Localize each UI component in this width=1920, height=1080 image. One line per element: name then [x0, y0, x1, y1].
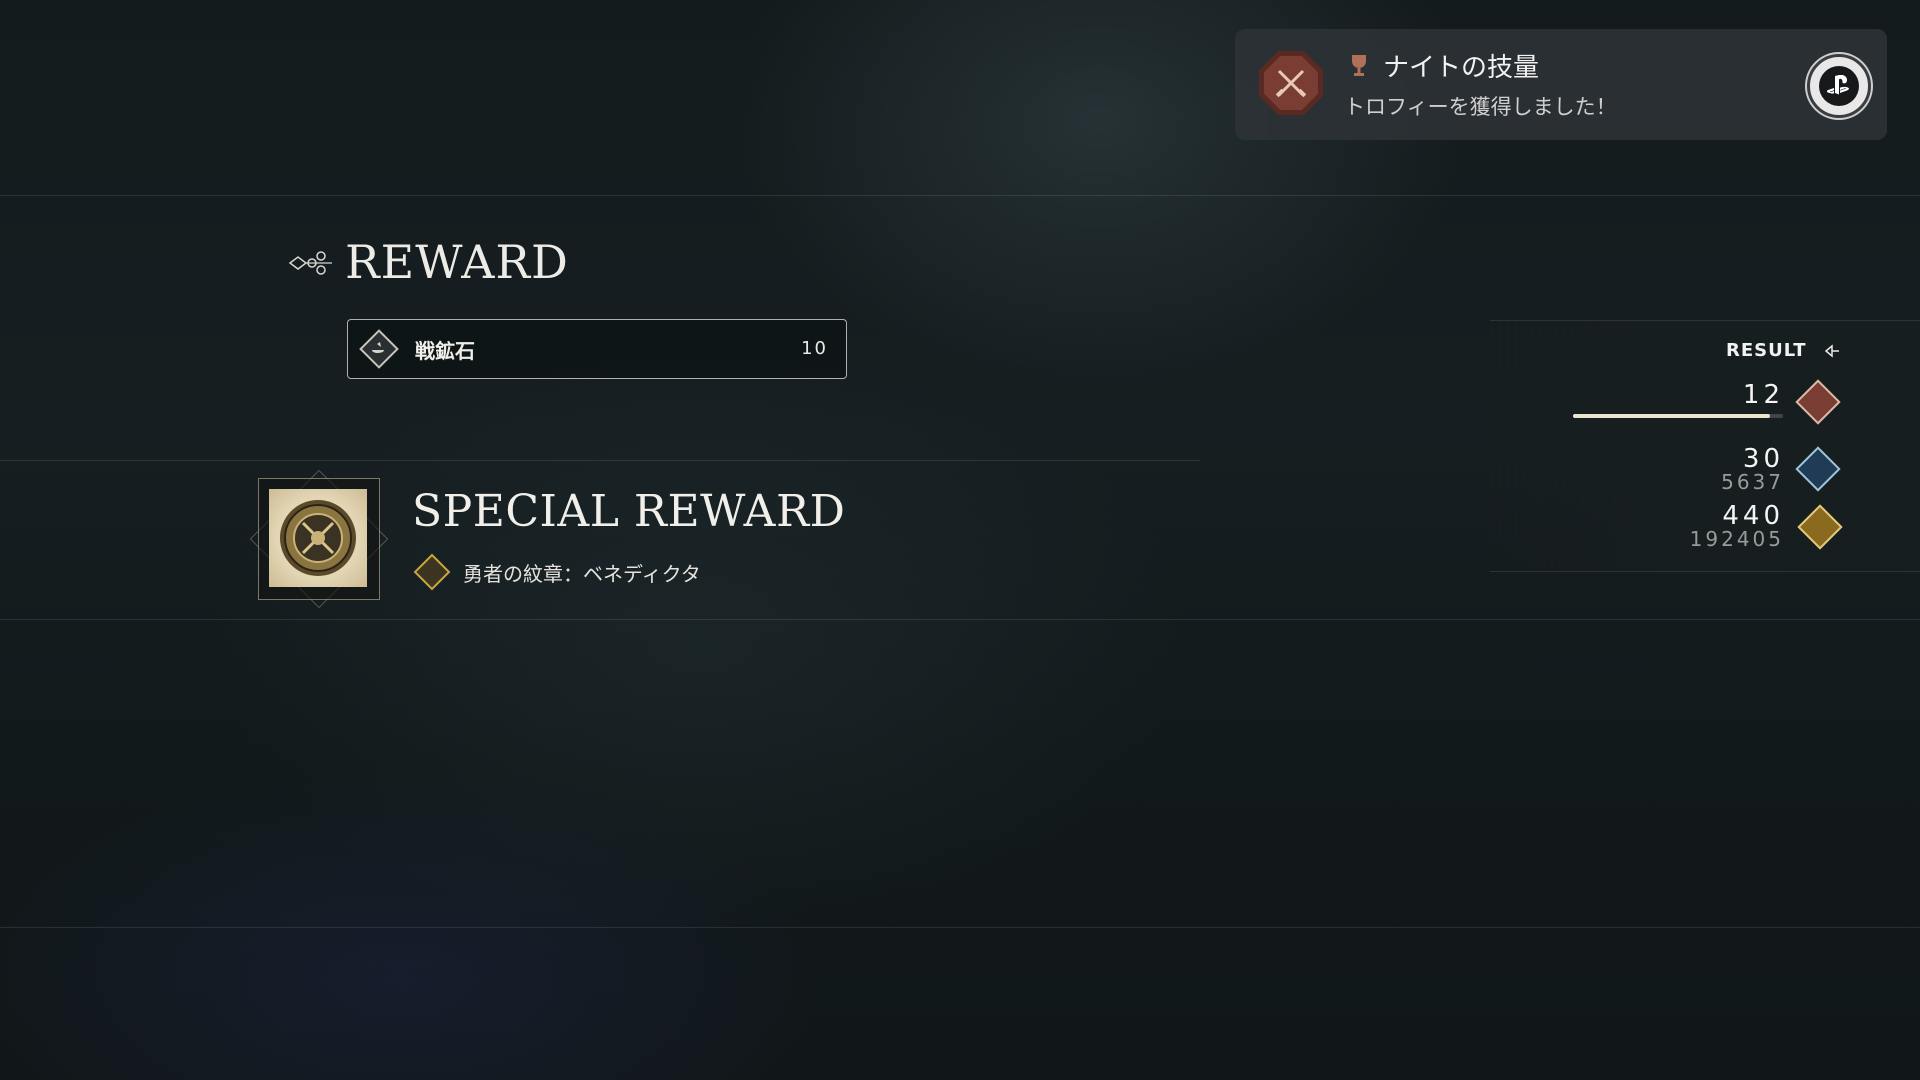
special-reward-title: SPECIAL REWARD — [412, 486, 846, 537]
blue-stat-total: 5637 — [1721, 470, 1784, 494]
divider-sr — [0, 619, 1920, 620]
ore-glyph-icon — [372, 342, 384, 353]
playstation-icon[interactable] — [1807, 54, 1871, 118]
item-name: 戦鉱石 — [415, 339, 475, 363]
level-value: 12 — [1742, 380, 1784, 410]
item-quantity: 10 — [801, 338, 828, 359]
emblem-category-icon — [413, 553, 451, 591]
trophy-title: ナイトの技量 — [1383, 53, 1540, 83]
special-reward-item-name: 勇者の紋章：ベネディクタ — [463, 562, 701, 586]
reward-item[interactable]: 戦鉱石 10 — [347, 319, 847, 379]
trophy-notification: ナイトの技量 トロフィーを獲得しました！ — [1235, 29, 1887, 140]
level-progress-fill — [1573, 414, 1771, 418]
divider-bottom — [0, 927, 1920, 928]
trophy-cup-icon — [1352, 55, 1366, 76]
trophy-emblem-icon — [1259, 51, 1323, 115]
level-progress-bar — [1573, 414, 1783, 418]
reward-ornament-icon — [288, 251, 332, 275]
gold-stat-total: 192405 — [1689, 527, 1784, 551]
divider-top — [0, 195, 1920, 196]
trophy-subtitle: トロフィーを獲得しました！ — [1344, 95, 1617, 119]
result-arrow-icon — [1824, 344, 1839, 358]
emblem-icon — [269, 489, 367, 587]
reward-title: REWARD — [345, 235, 569, 289]
divider-mid — [0, 460, 1200, 461]
result-label: RESULT — [1726, 340, 1807, 361]
